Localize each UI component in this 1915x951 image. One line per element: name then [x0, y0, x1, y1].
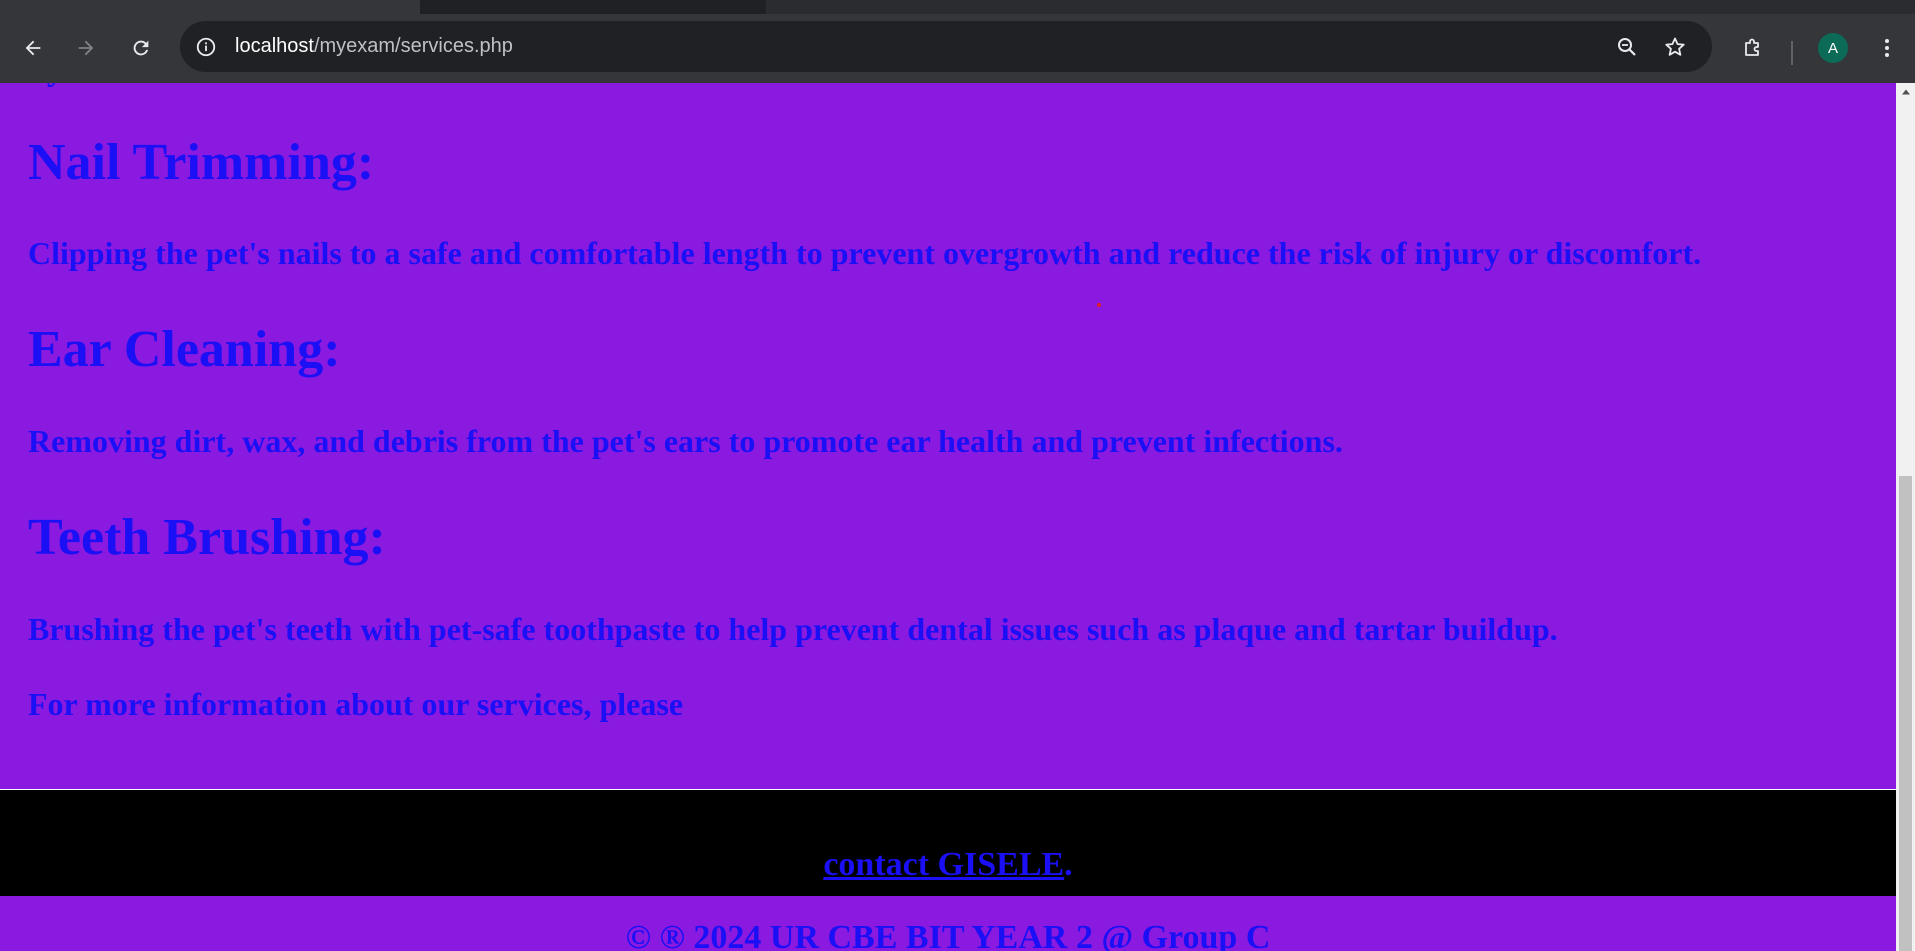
arrow-left-icon [25, 40, 41, 56]
tab-strip [0, 0, 1915, 14]
zoom-icon [1618, 38, 1636, 56]
star-icon [1665, 37, 1685, 56]
info-icon [196, 37, 216, 57]
bookmark-button[interactable] [1661, 33, 1689, 61]
forward-button[interactable] [68, 30, 104, 66]
address-bar[interactable]: localhost/myexam/services.php [180, 21, 1712, 72]
toolbar-divider [1791, 41, 1793, 65]
caret-up-icon [1901, 89, 1910, 95]
arrow-right-icon [78, 40, 94, 56]
site-info-button[interactable] [192, 33, 220, 61]
browser-toolbar: localhost/myexam/services.php A [0, 14, 1915, 83]
more-info-text: For more information about our services,… [28, 686, 684, 722]
contact-line: contact GISELE. [0, 846, 1896, 884]
contact-link[interactable]: contact GISELE [823, 846, 1064, 883]
service-desc-teeth-brushing: Brushing the pet's teeth with pet-safe t… [28, 611, 1558, 647]
back-button[interactable] [15, 30, 51, 66]
contact-suffix: . [1064, 846, 1073, 883]
url-text[interactable]: localhost/myexam/services.php [235, 35, 513, 58]
kebab-menu-icon [1885, 39, 1889, 57]
copyright-text: © ® 2024 UR CBE BIT YEAR 2 @ Group C [625, 919, 1271, 951]
profile-avatar[interactable]: A [1818, 33, 1848, 63]
service-desc-ear-cleaning: Removing dirt, wax, and debris from the … [28, 423, 1343, 459]
service-title-nail-trimming: Nail Trimming: [28, 134, 375, 191]
service-title-teeth-brushing: Teeth Brushing: [28, 509, 386, 566]
url-host: localhost [235, 35, 314, 57]
inactive-tab[interactable] [766, 0, 1915, 14]
scroll-up-arrow[interactable] [1896, 83, 1915, 101]
url-path: /myexam/services.php [313, 35, 513, 57]
reload-button[interactable] [123, 30, 159, 66]
active-tab[interactable] [0, 0, 420, 14]
page-viewport: by Nail Trimming: Clipping the pet's nai… [0, 83, 1896, 951]
contact-footer: contact GISELE. [0, 789, 1896, 896]
reload-icon [133, 40, 149, 56]
scrollbar-thumb[interactable] [1899, 476, 1912, 951]
browser-window: localhost/myexam/services.php A Nail Tri… [0, 0, 1915, 951]
stray-dot [1097, 303, 1101, 307]
vertical-scrollbar[interactable] [1896, 83, 1915, 951]
extensions-button[interactable] [1735, 30, 1771, 66]
zoom-button[interactable] [1613, 33, 1641, 61]
browser-menu-button[interactable] [1869, 30, 1905, 66]
puzzle-icon [1745, 38, 1759, 56]
cut-off-text: by [28, 83, 64, 89]
service-desc-nail-trimming: Clipping the pet's nails to a safe and c… [28, 235, 1702, 271]
service-title-ear-cleaning: Ear Cleaning: [28, 321, 341, 378]
